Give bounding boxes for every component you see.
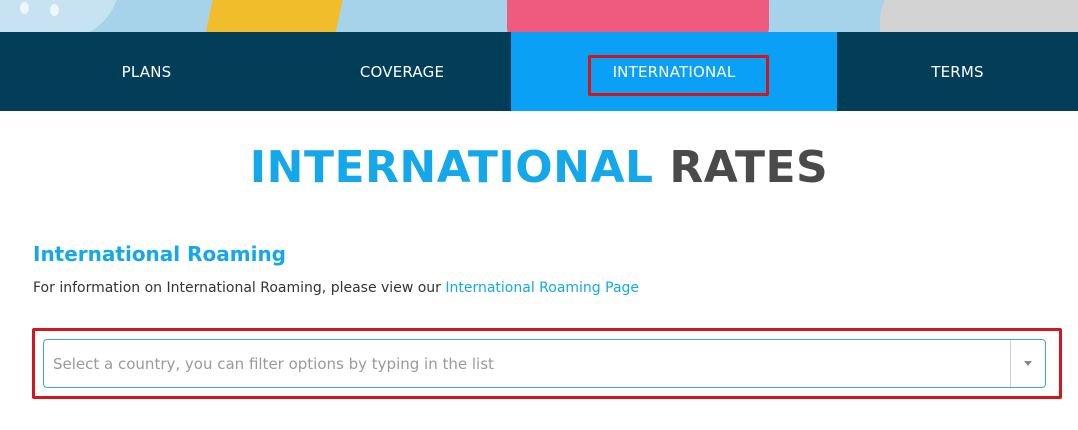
main-nav: PLANS COVERAGE INTERNATIONAL TERMS: [0, 32, 1078, 111]
page-title-international: INTERNATIONAL: [249, 142, 654, 193]
nav-item-terms[interactable]: TERMS: [837, 32, 1078, 111]
hero-yellow-shape: [205, 0, 345, 32]
country-select[interactable]: Select a country, you can filter options…: [43, 339, 1046, 388]
highlight-box-international: [588, 55, 769, 96]
nav-item-plans[interactable]: PLANS: [0, 32, 293, 111]
dropdown-toggle[interactable]: [1010, 340, 1045, 387]
page-title-rates: RATES: [669, 142, 829, 193]
chevron-down-icon: [1024, 361, 1032, 366]
roaming-heading: International Roaming: [33, 242, 286, 266]
hero-dot-shape: [20, 2, 29, 14]
hero-gray-shape: [880, 0, 1078, 32]
nav-item-coverage[interactable]: COVERAGE: [293, 32, 511, 111]
hero-banner-strip: [0, 0, 1078, 32]
hero-pink-shape: [507, 0, 769, 32]
hero-dot-shape: [50, 4, 59, 16]
roaming-info-text: For information on International Roaming…: [33, 280, 639, 296]
page-title: INTERNATIONAL RATES: [0, 142, 1078, 193]
country-select-placeholder: Select a country, you can filter options…: [53, 354, 494, 373]
hero-bubble-shape: [0, 0, 120, 32]
roaming-page-link[interactable]: International Roaming Page: [445, 280, 639, 296]
roaming-info-prefix: For information on International Roaming…: [33, 280, 446, 296]
